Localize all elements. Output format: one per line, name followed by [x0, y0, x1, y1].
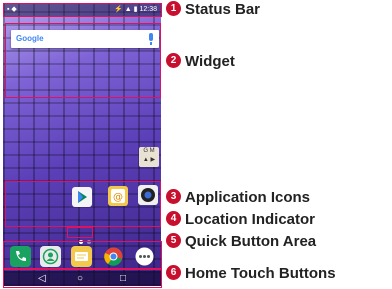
callout-box-home-touch-buttons	[3, 269, 162, 288]
callout-number: 3	[166, 188, 181, 204]
callout-number: 4	[166, 210, 181, 226]
callout-text: Home Touch Buttons	[185, 265, 336, 282]
callout-location-indicator: 4 Location Indicator	[166, 210, 316, 228]
callout-number: 6	[166, 264, 181, 280]
callout-text: Widget	[185, 53, 235, 70]
callout-quick-button-area: 5 Quick Button Area	[166, 232, 317, 250]
callout-box-status-bar	[3, 3, 162, 17]
callout-number: 5	[166, 232, 181, 248]
callout-number: 1	[166, 0, 181, 16]
callout-box-quick-button-area	[3, 241, 162, 269]
callout-text: Quick Button Area	[185, 233, 317, 250]
folder-label-bottom: ▲ ▶	[142, 157, 156, 163]
callout-status-bar: 1 Status Bar	[166, 0, 261, 18]
callout-widget: 2 Widget	[166, 52, 235, 70]
folder-label-top: G M	[143, 148, 155, 154]
callout-text: Application Icons	[185, 189, 311, 206]
callout-home-touch-buttons: 6 Home Touch Buttons	[166, 264, 336, 282]
callout-box-application-icons	[5, 181, 161, 227]
callout-text: Location Indicator	[185, 211, 316, 228]
callout-text: Status Bar	[185, 1, 261, 18]
callout-number: 2	[166, 52, 181, 68]
callout-box-widget	[5, 23, 161, 98]
callout-box-location-indicator	[67, 227, 93, 238]
callout-application-icons: 3 Application Icons	[166, 188, 311, 206]
app-folder[interactable]: G M ▲ ▶	[139, 147, 159, 167]
